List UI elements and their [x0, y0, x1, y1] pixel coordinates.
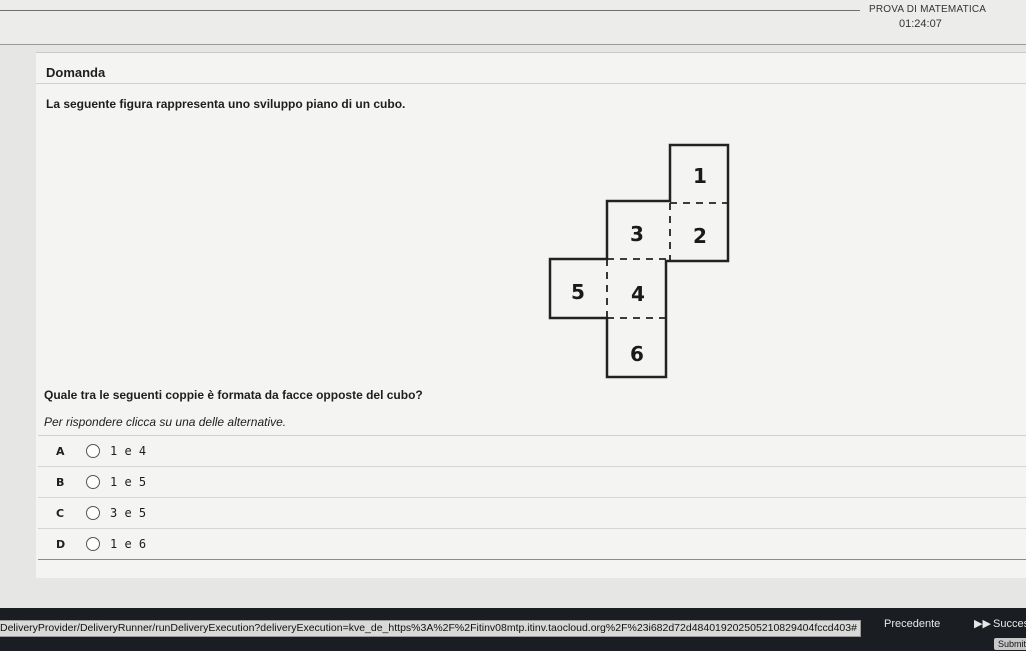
timer: 01:24:07 [899, 18, 942, 30]
face-label: 1 [693, 164, 707, 188]
option-c[interactable]: C 3 e 5 [38, 498, 1026, 529]
option-a[interactable]: A 1 e 4 [38, 436, 1026, 467]
option-text: 1 e 5 [110, 475, 147, 489]
cube-net-figure: 1 2 3 4 5 6 [548, 143, 730, 379]
face-label: 5 [571, 280, 585, 304]
option-letter: A [56, 445, 65, 458]
option-letter: B [56, 476, 65, 489]
face-label: 6 [630, 342, 644, 366]
question-panel: Domanda La seguente figura rappresenta u… [36, 52, 1026, 578]
instruction-text: Per rispondere clicca su una delle alter… [44, 415, 287, 429]
option-text: 3 e 5 [110, 506, 147, 520]
option-letter: C [56, 507, 65, 520]
option-d[interactable]: D 1 e 6 [38, 529, 1026, 560]
question-text: Quale tra le seguenti coppie è formata d… [44, 388, 423, 402]
top-divider [0, 10, 860, 11]
exam-title: PROVA DI MATEMATICA [869, 4, 987, 15]
answer-options: A 1 e 4 B 1 e 5 C 3 e 5 D 1 e 6 [38, 435, 1026, 560]
divider [36, 83, 1026, 84]
option-text: 1 e 4 [110, 444, 147, 458]
option-letter: D [56, 538, 66, 551]
radio-button[interactable] [86, 475, 100, 489]
next-button[interactable]: Succes [993, 618, 1026, 630]
option-text: 1 e 6 [110, 537, 147, 551]
question-prompt: La seguente figura rappresenta uno svilu… [46, 97, 406, 111]
radio-button[interactable] [86, 537, 100, 551]
submit-button[interactable]: Submit an [994, 638, 1026, 650]
fast-forward-icon[interactable]: ▶▶ [974, 617, 991, 630]
status-url: DeliveryProvider/DeliveryRunner/runDeliv… [0, 620, 861, 637]
face-label: 3 [630, 222, 644, 246]
top-bar: PROVA DI MATEMATICA 01:24:07 [0, 0, 1026, 45]
face-label: 4 [631, 282, 645, 306]
radio-button[interactable] [86, 444, 100, 458]
option-b[interactable]: B 1 e 5 [38, 467, 1026, 498]
face-label: 2 [693, 224, 707, 248]
section-label: Domanda [46, 65, 106, 80]
previous-button[interactable]: Precedente [884, 618, 940, 630]
radio-button[interactable] [86, 506, 100, 520]
